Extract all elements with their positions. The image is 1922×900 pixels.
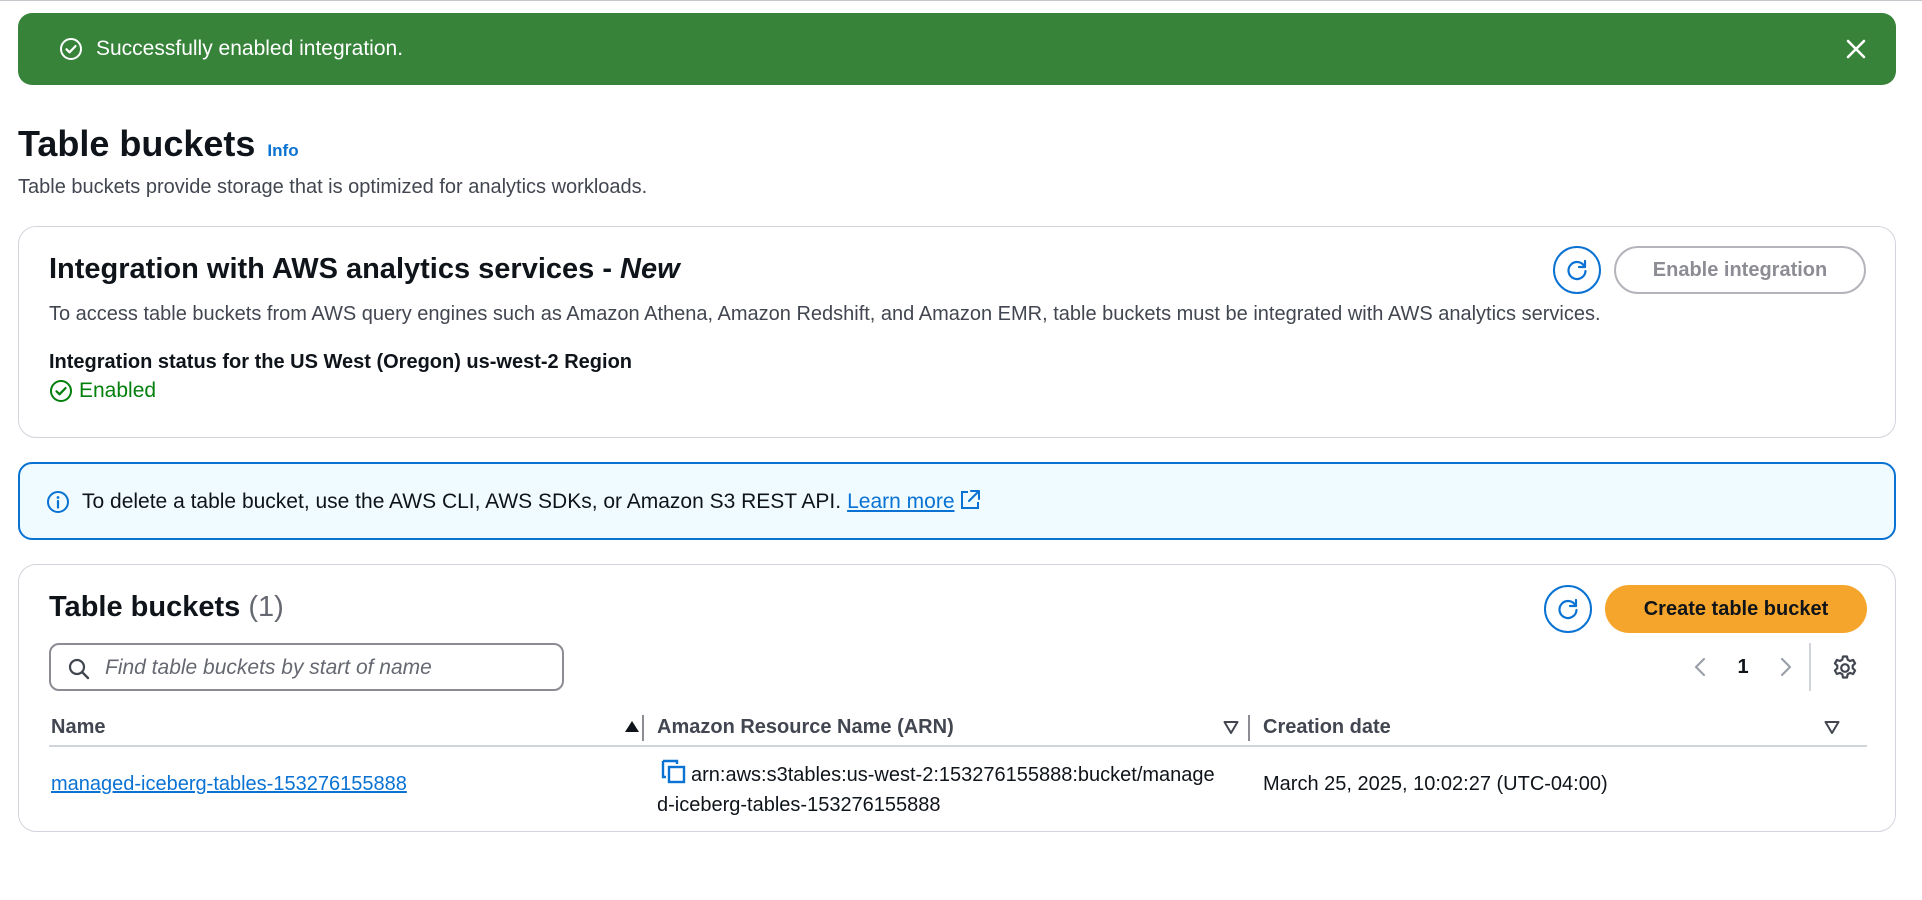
integration-title-text: Integration with AWS analytics services … — [49, 253, 621, 285]
sort-icon[interactable] — [1823, 718, 1841, 736]
settings-icon[interactable] — [1831, 654, 1859, 682]
delete-info-alert: To delete a table bucket, use the AWS CL… — [18, 462, 1896, 540]
refresh-icon — [1567, 259, 1587, 281]
pagination: 1 — [1689, 645, 1797, 689]
info-icon — [47, 491, 69, 513]
bucket-name-link[interactable]: managed-iceberg-tables-153276155888 — [51, 773, 407, 795]
sort-ascending-icon[interactable] — [623, 718, 641, 736]
column-header-creation-date[interactable]: Creation date — [1263, 709, 1843, 745]
close-icon[interactable] — [1844, 37, 1868, 61]
learn-more-link[interactable]: Learn more — [847, 490, 980, 513]
create-table-bucket-button[interactable]: Create table bucket — [1605, 585, 1867, 633]
check-circle-icon — [50, 380, 72, 402]
sort-icon[interactable] — [1222, 718, 1240, 736]
enable-integration-button[interactable]: Enable integration — [1614, 246, 1866, 294]
table-buckets-title: Table buckets (1) — [49, 589, 284, 625]
column-date-label: Creation date — [1263, 716, 1391, 738]
page-number[interactable]: 1 — [1713, 656, 1773, 679]
column-divider[interactable] — [642, 715, 644, 741]
integration-description: To access table buckets from AWS query e… — [49, 303, 1601, 325]
top-divider — [0, 0, 1922, 1]
integration-container: Integration with AWS analytics services … — [18, 226, 1896, 438]
table-buckets-heading: Table buckets — [49, 591, 241, 623]
column-header-name[interactable]: Name — [51, 709, 639, 745]
new-label: New — [620, 253, 680, 285]
column-header-arn[interactable]: Amazon Resource Name (ARN) — [657, 709, 1240, 745]
page-header: Table buckets Info — [18, 122, 299, 166]
table-buckets-count: (1) — [248, 591, 284, 623]
table-buckets-refresh-button[interactable] — [1544, 585, 1592, 633]
learn-more-label: Learn more — [847, 490, 955, 513]
bucket-name-cell: managed-iceberg-tables-153276155888 — [51, 769, 407, 799]
table-buckets-container: Table buckets (1) Create table bucket 1 — [18, 564, 1896, 832]
chevron-right-icon[interactable] — [1773, 655, 1797, 679]
bucket-arn: arn:aws:s3tables:us-west-2:153276155888:… — [657, 764, 1215, 816]
flash-message: Successfully enabled integration. — [96, 37, 404, 60]
check-circle-icon — [60, 38, 82, 60]
pagination-divider — [1809, 643, 1811, 691]
column-name-label: Name — [51, 716, 106, 738]
external-link-icon — [960, 490, 980, 509]
page-title: Table buckets — [18, 123, 256, 164]
alert-text: To delete a table bucket, use the AWS CL… — [82, 489, 981, 515]
search-input[interactable] — [105, 654, 545, 682]
page-description: Table buckets provide storage that is op… — [18, 176, 648, 198]
integration-status-label: Integration status for the US West (Oreg… — [49, 351, 633, 373]
alert-message: To delete a table bucket, use the AWS CL… — [82, 490, 842, 513]
bucket-arn-cell: arn:aws:s3tables:us-west-2:153276155888:… — [657, 757, 1217, 820]
integration-status-value: Enabled — [79, 379, 157, 402]
bucket-creation-date: March 25, 2025, 10:02:27 (UTC-04:00) — [1263, 773, 1608, 795]
table-header: Name Amazon Resource Name (ARN) Creation… — [49, 709, 1867, 747]
integration-refresh-button[interactable] — [1553, 246, 1601, 294]
copy-icon[interactable] — [659, 757, 689, 787]
table-row: managed-iceberg-tables-153276155888 arn:… — [49, 749, 1867, 821]
search-field[interactable] — [49, 643, 564, 691]
integration-title: Integration with AWS analytics services … — [49, 251, 680, 287]
integration-status: Enabled — [49, 379, 156, 403]
search-icon — [68, 658, 90, 680]
column-divider[interactable] — [1248, 715, 1250, 741]
success-flash-banner: Successfully enabled integration. — [18, 13, 1896, 85]
chevron-left-icon[interactable] — [1689, 655, 1713, 679]
refresh-icon — [1558, 598, 1578, 620]
column-arn-label: Amazon Resource Name (ARN) — [657, 716, 954, 738]
info-link[interactable]: Info — [267, 141, 298, 161]
